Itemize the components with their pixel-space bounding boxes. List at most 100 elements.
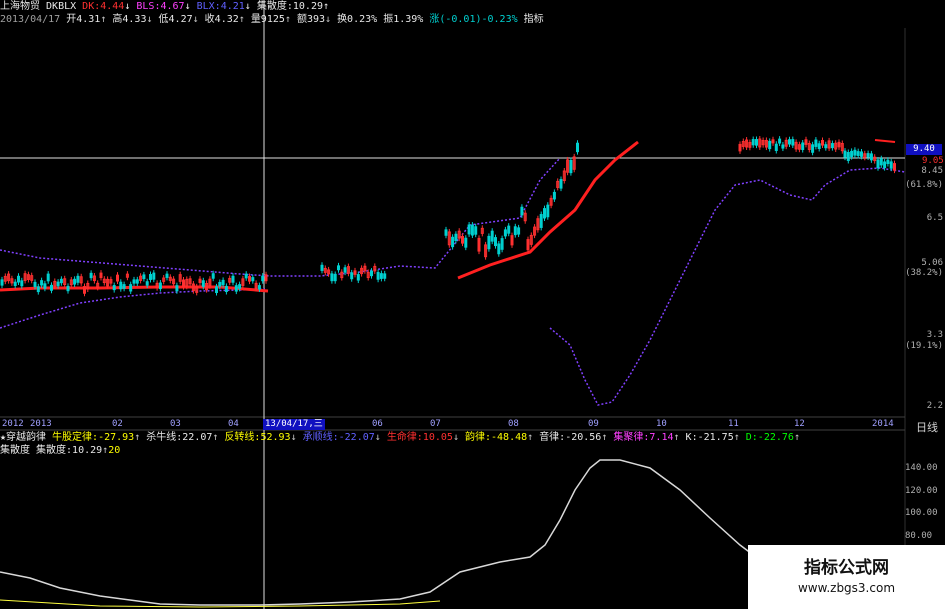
indicator-name: DKBLX: [46, 1, 77, 12]
period-button[interactable]: 日线: [916, 419, 938, 435]
candle-body: [343, 267, 347, 273]
tick-09: 09: [588, 419, 599, 429]
blx-arrow: ↓: [244, 1, 251, 12]
candle-body: [330, 273, 334, 282]
candle-body: [158, 282, 162, 290]
k-value: K:-21.75: [685, 432, 734, 443]
yin-value: 音律:-20.56: [539, 432, 602, 443]
candle-body: [337, 265, 340, 271]
jin-value: 集聚律:7.14: [613, 432, 674, 443]
candle-body: [251, 277, 255, 282]
dk-value: DK:4.44: [82, 1, 125, 12]
cheng-value: 承顺线:-22.07: [302, 432, 375, 443]
candle-body: [552, 191, 556, 200]
candle-body: [467, 224, 471, 235]
price-pct-191: (19.1%): [905, 341, 943, 351]
sub-val: 20: [108, 445, 121, 456]
candle-body: [43, 283, 47, 289]
candle-body: [500, 238, 504, 250]
candle-body: [474, 226, 478, 235]
candle-body: [503, 229, 507, 237]
quote-volume: 量9125: [250, 14, 285, 25]
sha-value: 杀牛线:22.07: [146, 432, 213, 443]
bls-value: BLS:4.67: [136, 1, 185, 12]
candle-body: [451, 236, 455, 248]
candle-body: [464, 237, 468, 248]
candle-body: [231, 275, 235, 283]
sub-axis-100: 100.00: [905, 508, 938, 518]
quote-line: 2013/04/17 开4.31↑ 高4.33↓ 低4.27↓ 收4.32↑ 量…: [0, 14, 544, 25]
candle-body: [801, 142, 805, 151]
tick-06: 06: [372, 419, 383, 429]
quote-index: 指标: [523, 14, 544, 25]
candle-body: [132, 279, 136, 284]
tick-11: 11: [728, 419, 739, 429]
sub-axis-80: 80.00: [905, 531, 933, 541]
sub-indicator-name[interactable]: 集散度: [0, 445, 30, 456]
candle-body: [20, 280, 24, 287]
blx-value: BLX:4.21: [196, 1, 245, 12]
candle-body: [513, 226, 517, 236]
candle-body: [66, 285, 70, 292]
dk-arrow: ↓: [124, 1, 131, 12]
tick-12: 12: [794, 419, 805, 429]
chart-canvas[interactable]: [0, 0, 945, 609]
candle-body: [869, 153, 873, 161]
candle-body: [517, 227, 521, 235]
candle-body: [824, 144, 828, 149]
candle-body: [850, 150, 854, 158]
candle-body: [755, 139, 758, 146]
price-pct-618: (61.8%): [905, 180, 943, 190]
candle-body: [546, 204, 550, 218]
candle-body: [569, 159, 573, 174]
candle-body: [142, 274, 146, 280]
candle-body: [73, 278, 77, 285]
candle-body: [122, 284, 126, 289]
candle-body: [112, 285, 116, 291]
candle-body: [883, 161, 887, 169]
candle-body: [866, 153, 870, 158]
candle-body: [497, 243, 501, 255]
candle-body: [778, 138, 782, 144]
candle-body: [33, 281, 37, 288]
quote-turnover: 换0.23%: [337, 14, 378, 25]
candle-body: [886, 159, 890, 165]
quote-high: 高4.33: [112, 14, 147, 25]
candle-body: [379, 273, 383, 279]
candle-body: [507, 225, 511, 234]
candle-body: [376, 272, 380, 280]
sub-jsd-value: 集散度:10.29: [36, 445, 103, 456]
candle-body: [145, 281, 149, 286]
price-pct-382: (38.2%): [905, 268, 943, 278]
candle-body: [257, 285, 261, 290]
fan-value: 反转线:52.93: [224, 432, 291, 443]
candle-body: [244, 273, 248, 279]
jsd-arrow: ↑: [322, 1, 330, 12]
price-label-845: 8.45: [921, 166, 943, 176]
candle-body: [152, 272, 156, 280]
tick-08: 08: [508, 419, 519, 429]
stock-name: 上海物贸: [0, 1, 40, 12]
price-tag: 9.40: [906, 144, 942, 155]
candle-body: [135, 279, 139, 284]
quote-open: 开4.31: [66, 14, 101, 25]
tick-07: 07: [430, 419, 441, 429]
candle-body: [175, 285, 179, 292]
candle-body: [539, 214, 543, 228]
candle-body: [853, 149, 857, 156]
candle-body: [751, 139, 755, 146]
niu-value: 牛股定律:-27.93: [52, 432, 135, 443]
tick-02: 02: [112, 419, 123, 429]
candle-body: [370, 270, 373, 277]
candle-body: [224, 285, 228, 292]
candle-body: [454, 233, 458, 242]
indicator-title[interactable]: ★穿越韵律: [0, 432, 46, 443]
header-line: 上海物贸 DKBLX DK:4.44↓ BLS:4.67↓ BLX:4.21↓ …: [0, 1, 329, 13]
sub-axis-140: 140.00: [905, 463, 938, 473]
price-label-22: 2.2: [926, 401, 943, 411]
candle-body: [817, 143, 821, 149]
candle-body: [221, 279, 225, 286]
band-upper-line: [0, 157, 561, 277]
quote-amplitude: 振1.39%: [383, 14, 424, 25]
candle-body: [13, 281, 17, 287]
